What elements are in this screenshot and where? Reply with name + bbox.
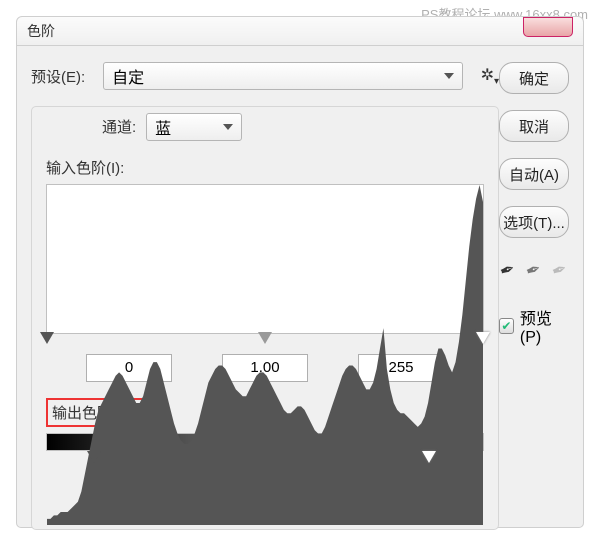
preview-checkbox[interactable]: ✔ (499, 318, 514, 334)
ok-button[interactable]: 确定 (499, 62, 569, 94)
channel-label: 通道: (102, 116, 136, 137)
white-point-eyedropper[interactable]: ✒ (549, 258, 570, 283)
histogram[interactable] (46, 184, 484, 334)
output-slider-track[interactable] (46, 451, 484, 465)
black-point-eyedropper[interactable]: ✒ (497, 258, 518, 283)
output-highlight-slider[interactable] (422, 451, 436, 463)
channel-select[interactable]: 蓝 (146, 113, 242, 141)
shadow-slider[interactable] (40, 332, 54, 344)
chevron-down-icon (223, 124, 233, 130)
preview-label: 预览(P) (520, 305, 569, 347)
preset-select[interactable]: 自定 (103, 62, 462, 90)
preset-label: 预设(E): (31, 66, 85, 87)
histogram-svg (47, 185, 483, 526)
auto-button[interactable]: 自动(A) (499, 158, 569, 190)
cancel-button[interactable]: 取消 (499, 110, 569, 142)
output-shadow-slider[interactable] (87, 451, 101, 463)
chevron-down-icon (444, 73, 454, 79)
input-slider-track[interactable] (46, 332, 484, 346)
close-button[interactable] (523, 17, 573, 37)
midtone-slider[interactable] (258, 332, 272, 344)
preset-value: 自定 (112, 64, 144, 88)
levels-group: 通道: 蓝 输入色阶(I): (31, 106, 499, 530)
channel-value: 蓝 (155, 115, 171, 139)
gray-point-eyedropper[interactable]: ✒ (523, 258, 544, 283)
dialog-title: 色阶 (27, 21, 55, 41)
eyedropper-tools: ✒ ✒ ✒ (499, 260, 569, 281)
preset-menu-button[interactable]: ✲▾ (481, 65, 499, 87)
options-button[interactable]: 选项(T)... (499, 206, 569, 238)
highlight-slider[interactable] (476, 332, 490, 344)
input-levels-label: 输入色阶(I): (46, 157, 484, 178)
titlebar: 色阶 (16, 16, 584, 46)
